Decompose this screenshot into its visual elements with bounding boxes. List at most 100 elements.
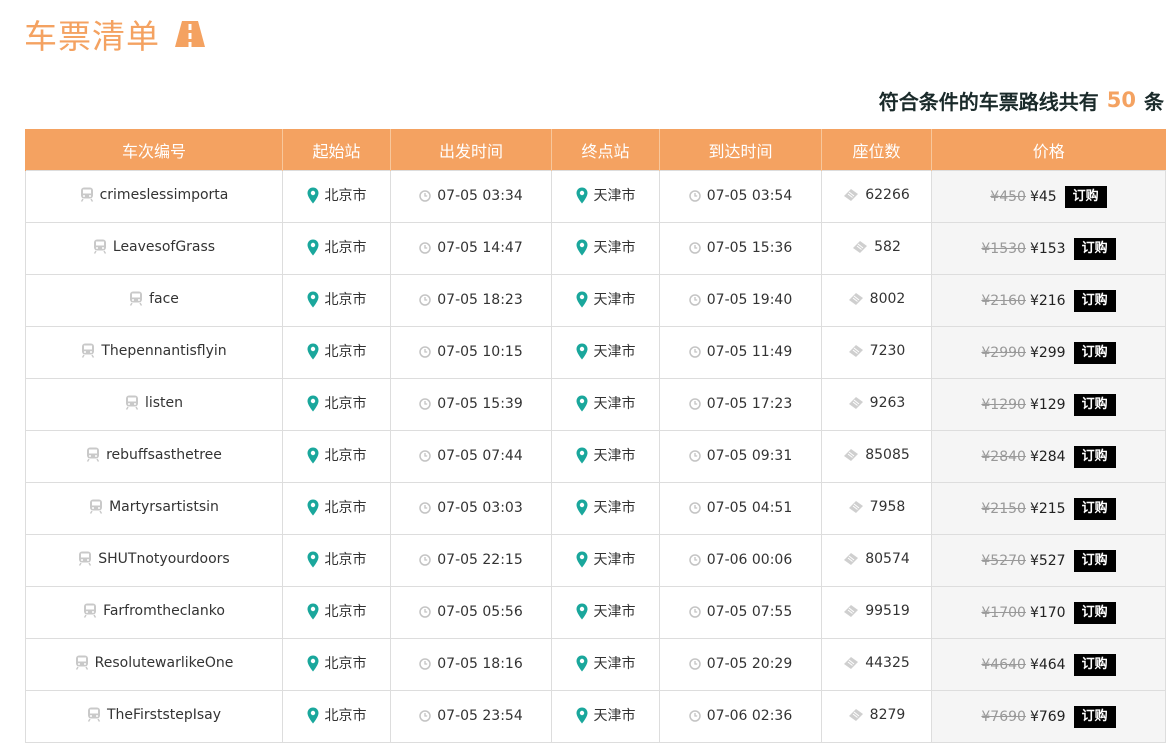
table-row: SHUTnotyourdoors 北京市 07-05 22:15 天津市 07-… (25, 534, 1166, 587)
depart-time-text: 07-05 18:23 (437, 291, 523, 308)
header-arrive-time[interactable]: 到达时间 (659, 129, 822, 171)
from-station-text: 北京市 (324, 656, 367, 673)
seat-count: 7230 (821, 326, 932, 379)
clock-icon (689, 345, 701, 358)
seat-count-text: 7958 (869, 499, 906, 515)
train-number-text: LeavesofGrass (112, 238, 216, 255)
clock-icon (689, 501, 701, 514)
table-row: Farfromtheclanko 北京市 07-05 05:56 天津市 07-… (25, 586, 1166, 639)
header-from-station[interactable]: 起始站 (282, 129, 391, 171)
location-pin-icon (576, 395, 588, 412)
seat-count: 8002 (821, 274, 932, 327)
result-summary: 符合条件的车票路线共有 50 条 (879, 84, 1164, 116)
discount-price: ¥284 (1029, 448, 1066, 465)
location-pin-icon (576, 603, 588, 620)
depart-time-text: 07-05 15:39 (437, 395, 523, 412)
from-station: 北京市 (282, 326, 391, 379)
depart-time: 07-05 05:56 (390, 586, 552, 639)
discount-price: ¥129 (1029, 396, 1066, 413)
clock-icon (689, 293, 701, 306)
clock-icon (419, 449, 431, 462)
clock-icon (689, 657, 701, 670)
to-station: 天津市 (551, 482, 660, 535)
ticket-icon (843, 188, 859, 202)
ticket-icon (848, 396, 864, 410)
price-cell: ¥1290 ¥129 订购 (931, 378, 1166, 431)
train-number: rebuffsasthetree (25, 430, 283, 483)
buy-button[interactable]: 订购 (1073, 497, 1116, 520)
header-train-number[interactable]: 车次编号 (25, 129, 283, 171)
header-depart-time[interactable]: 出发时间 (390, 129, 552, 171)
table-row: TheFirststepIsay 北京市 07-05 23:54 天津市 07-… (25, 690, 1166, 743)
train-number: Thepennantisflyin (25, 326, 283, 379)
train-icon (83, 603, 97, 619)
clock-icon (419, 709, 431, 722)
train-number: TheFirststepIsay (25, 690, 283, 743)
from-station-text: 北京市 (324, 708, 367, 725)
price-cell: ¥4640 ¥464 订购 (931, 638, 1166, 691)
to-station: 天津市 (551, 222, 660, 275)
seat-count-text: 9263 (869, 395, 906, 411)
original-price: ¥7690 (981, 708, 1026, 725)
train-icon (89, 499, 103, 515)
depart-time: 07-05 22:15 (390, 534, 552, 587)
buy-button[interactable]: 订购 (1073, 393, 1116, 416)
train-icon (75, 655, 89, 671)
from-station: 北京市 (282, 586, 391, 639)
original-price: ¥2150 (981, 500, 1026, 517)
arrive-time: 07-05 03:54 (659, 170, 822, 223)
arrive-time-text: 07-05 17:23 (706, 395, 793, 412)
location-pin-icon (576, 551, 588, 568)
buy-button[interactable]: 订购 (1073, 237, 1116, 260)
train-number-text: rebuffsasthetree (106, 446, 222, 463)
ticket-icon (852, 240, 868, 254)
from-station: 北京市 (282, 430, 391, 483)
buy-button[interactable]: 订购 (1064, 185, 1107, 208)
clock-icon (419, 241, 431, 254)
seat-count: 8279 (821, 690, 932, 743)
seat-count: 7958 (821, 482, 932, 535)
depart-time: 07-05 18:23 (390, 274, 552, 327)
arrive-time: 07-05 09:31 (659, 430, 822, 483)
train-number-text: SHUTnotyourdoors (98, 550, 230, 567)
ticket-icon (843, 552, 859, 566)
from-station-text: 北京市 (324, 448, 367, 465)
summary-suffix: 条 (1144, 89, 1164, 114)
arrive-time: 07-06 02:36 (659, 690, 822, 743)
price-cell: ¥2840 ¥284 订购 (931, 430, 1166, 483)
from-station-text: 北京市 (324, 604, 367, 621)
train-number-text: TheFirststepIsay (106, 706, 222, 723)
buy-button[interactable]: 订购 (1073, 601, 1116, 624)
buy-button[interactable]: 订购 (1073, 289, 1116, 312)
ticket-icon (848, 344, 864, 358)
header-to-station[interactable]: 终点站 (551, 129, 660, 171)
buy-button[interactable]: 订购 (1073, 341, 1116, 364)
original-price: ¥1530 (981, 240, 1026, 257)
clock-icon (689, 397, 701, 410)
original-price: ¥2990 (981, 344, 1026, 361)
buy-button[interactable]: 订购 (1073, 705, 1116, 728)
page-title: 车票清单 (24, 10, 208, 58)
header-price[interactable]: 价格 (931, 129, 1166, 171)
train-number: LeavesofGrass (25, 222, 283, 275)
seat-count-text: 80574 (865, 551, 910, 567)
table-row: face 北京市 07-05 18:23 天津市 07-05 19:40 800… (25, 274, 1166, 327)
location-pin-icon (307, 707, 319, 724)
seat-count-text: 8279 (869, 707, 906, 723)
train-number: listen (25, 378, 283, 431)
train-number: Farfromtheclanko (25, 586, 283, 639)
clock-icon (419, 293, 431, 306)
train-number-text: crimeslessimporta (99, 186, 229, 203)
buy-button[interactable]: 订购 (1073, 653, 1116, 676)
depart-time: 07-05 15:39 (390, 378, 552, 431)
depart-time: 07-05 03:03 (390, 482, 552, 535)
buy-button[interactable]: 订购 (1073, 445, 1116, 468)
to-station: 天津市 (551, 690, 660, 743)
clock-icon (419, 553, 431, 566)
train-number-text: face (149, 290, 179, 307)
buy-button[interactable]: 订购 (1073, 549, 1116, 572)
seat-count: 85085 (821, 430, 932, 483)
header-seats[interactable]: 座位数 (821, 129, 932, 171)
seat-count: 80574 (821, 534, 932, 587)
to-station-text: 天津市 (593, 240, 636, 257)
